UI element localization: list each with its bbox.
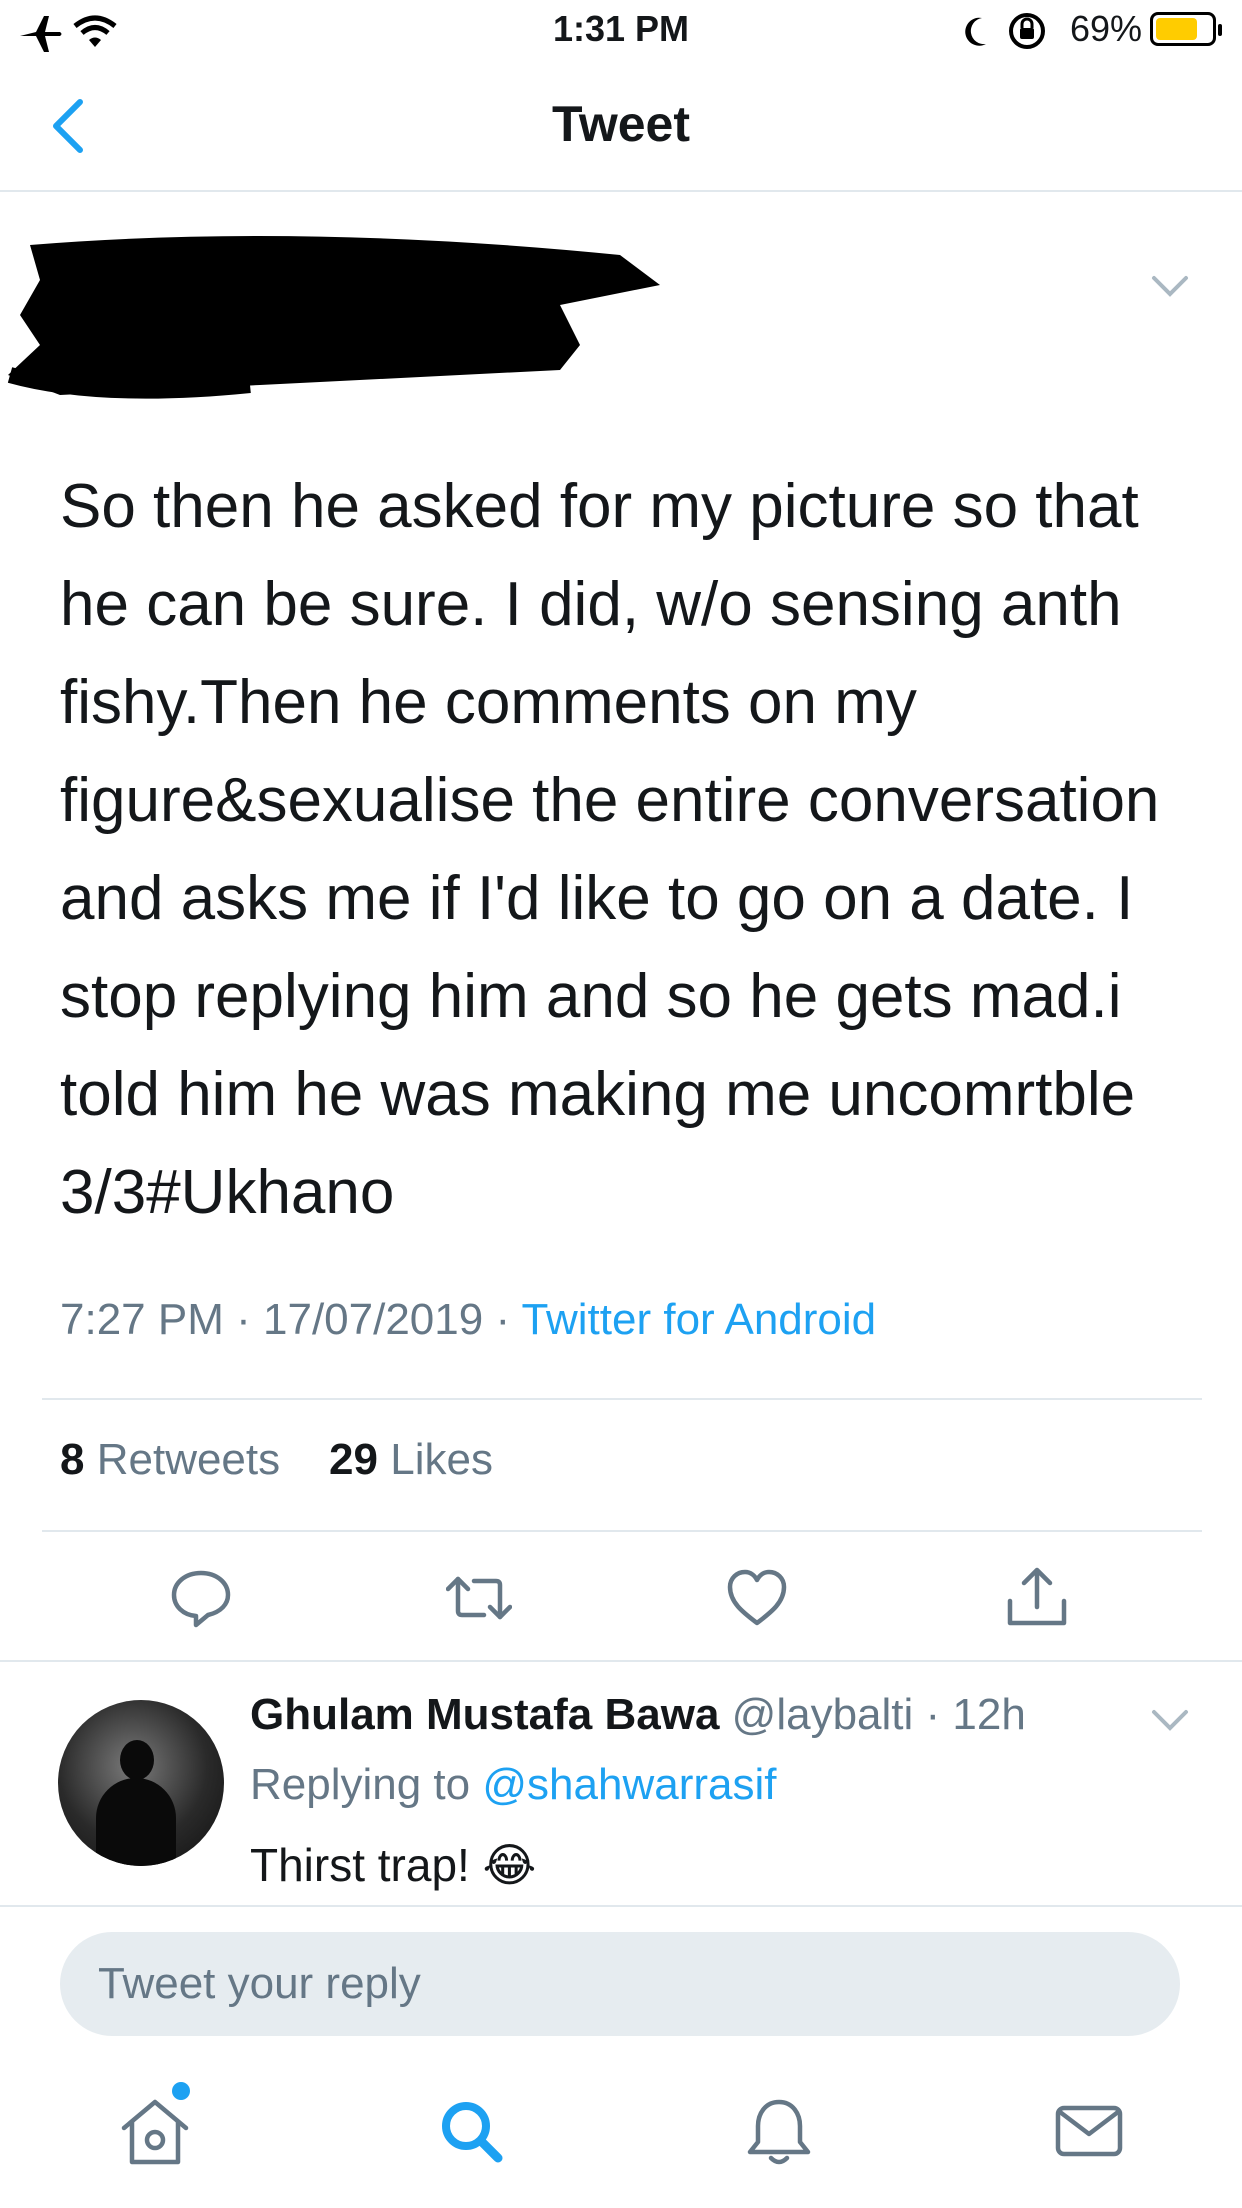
- laughing-emoji-icon: 😂: [482, 1839, 537, 1891]
- reply-author-handle[interactable]: @laybalti: [732, 1690, 914, 1739]
- tweet-time: 7:27 PM: [60, 1295, 224, 1344]
- battery-fill: [1156, 18, 1198, 40]
- reply-text: Thirst trap! 😂: [250, 1839, 537, 1891]
- battery-percent: 69%: [1069, 8, 1142, 49]
- reply-author-name[interactable]: Ghulam Mustafa Bawa: [250, 1690, 719, 1739]
- replying-to-label: Replying to: [250, 1760, 471, 1809]
- reply-menu-chevron-icon[interactable]: [1150, 1706, 1190, 1736]
- compose-placeholder: Tweet your reply: [98, 1959, 421, 2008]
- page-title: Tweet: [552, 96, 690, 152]
- retweets-stat[interactable]: 8 Retweets: [60, 1435, 280, 1484]
- tweet-menu-chevron-icon[interactable]: [1150, 272, 1190, 302]
- rotation-lock-icon: [1009, 13, 1045, 49]
- share-icon[interactable]: [1004, 1565, 1070, 1631]
- search-icon[interactable]: [432, 2092, 510, 2170]
- replying-to: Replying to @shahwarrasif: [250, 1760, 776, 1810]
- tweet-date: 17/07/2019: [263, 1295, 484, 1344]
- home-icon[interactable]: [116, 2092, 194, 2170]
- divider: [0, 1905, 1242, 1907]
- replying-to-handle[interactable]: @shahwarrasif: [482, 1760, 776, 1809]
- notifications-icon[interactable]: [740, 2092, 818, 2170]
- tweet-source-link[interactable]: Twitter for Android: [522, 1295, 877, 1344]
- tweet-stats: 8 Retweets 29 Likes: [60, 1435, 493, 1485]
- reply-icon[interactable]: [168, 1565, 234, 1631]
- divider: [42, 1530, 1202, 1532]
- divider: [42, 1398, 1202, 1400]
- reply-header: Ghulam Mustafa Bawa @laybalti · 12h: [250, 1690, 1026, 1739]
- battery-icon: [1150, 12, 1222, 46]
- reply-time: 12h: [952, 1690, 1026, 1739]
- tweet-meta: 7:27 PM · 17/07/2019 · Twitter for Andro…: [60, 1295, 877, 1344]
- like-icon[interactable]: [724, 1565, 790, 1631]
- reply-compose-input[interactable]: Tweet your reply: [60, 1932, 1180, 2036]
- redacted-author-scribble: [7, 236, 660, 399]
- tweet-text: So then he asked for my picture so that …: [60, 472, 1160, 1227]
- notification-dot: [172, 2082, 190, 2100]
- nav-divider: [0, 190, 1242, 192]
- retweet-icon[interactable]: [446, 1565, 512, 1631]
- messages-icon[interactable]: [1050, 2092, 1128, 2170]
- status-time: 1:31 PM: [552, 8, 690, 49]
- avatar[interactable]: [58, 1700, 224, 1866]
- divider: [0, 1660, 1242, 1662]
- moon-icon: [965, 17, 986, 46]
- likes-stat[interactable]: 29 Likes: [329, 1435, 493, 1484]
